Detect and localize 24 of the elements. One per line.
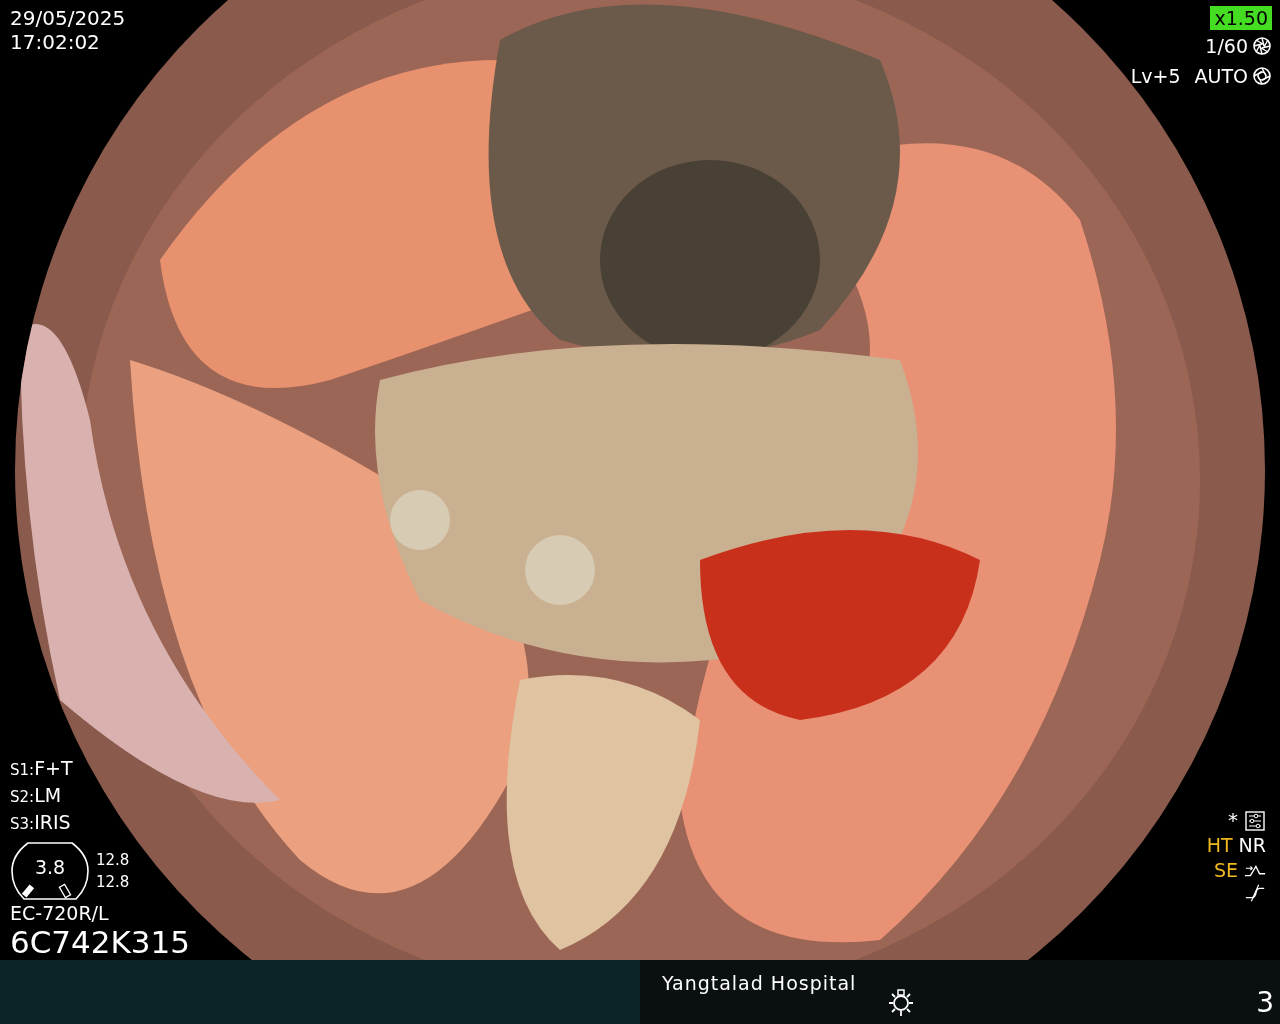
time-text: 17:02:02 — [10, 30, 101, 54]
aperture-icon — [1252, 36, 1272, 56]
mode-label: HT — [1206, 833, 1233, 858]
scope-serial: 6C742K315 — [10, 925, 191, 959]
scope-model: EC-720R/L — [10, 901, 110, 925]
switch-label: S3:IRIS — [10, 810, 72, 835]
hospital-name: Yangtalad Hospital — [662, 972, 857, 994]
image-count: 3 — [1256, 986, 1274, 1019]
aperture-icon — [1252, 66, 1272, 86]
gauge-reading: 12.8 — [96, 850, 130, 871]
gauge-reading: 12.8 — [96, 872, 130, 893]
date-text: 29/05/2025 — [10, 6, 126, 30]
level-text: Lv+5 — [1130, 64, 1181, 89]
iris-text: AUTO — [1194, 64, 1248, 89]
shutter-text: 1/60 — [1205, 34, 1248, 59]
zoom-indicator: x1.50 — [1210, 6, 1272, 30]
switch-label: S2:LM — [10, 783, 63, 808]
mode-label: NR — [1238, 833, 1266, 858]
switch-label: S1:F+T — [10, 756, 74, 781]
mode-label: SE — [1213, 858, 1238, 883]
settings-mark: * — [1228, 808, 1238, 833]
edge-icon — [1244, 883, 1266, 903]
sliders-icon — [1244, 810, 1266, 831]
gauge-value: 3.8 — [34, 856, 66, 878]
